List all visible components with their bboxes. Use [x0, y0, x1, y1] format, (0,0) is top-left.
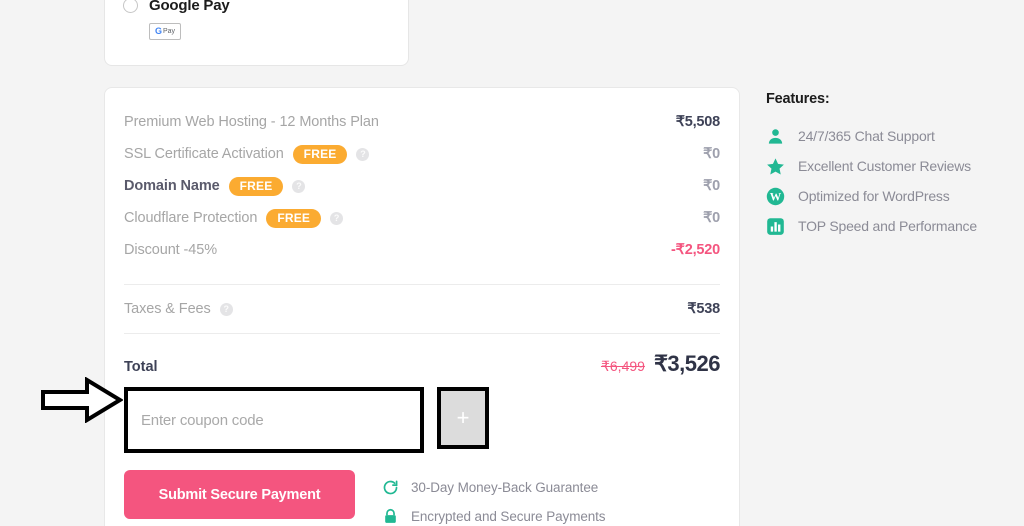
google-pay-logo: G Pay: [149, 23, 181, 40]
tooltip-icon[interactable]: ?: [356, 147, 370, 161]
line-item-label: Cloudflare Protection FREE ?: [124, 208, 344, 228]
list-item: Encrypted and Secure Payments: [382, 502, 606, 526]
taxes-label: Taxes & Fees ?: [124, 301, 233, 317]
svg-text:W: W: [770, 191, 782, 203]
table-row: Premium Web Hosting - 12 Months Plan ₹5,…: [124, 106, 720, 138]
lock-icon: [382, 508, 399, 525]
table-row: Domain Name FREE ? ₹0: [124, 170, 720, 202]
divider: [124, 333, 720, 334]
feature-label: Excellent Customer Reviews: [798, 158, 971, 174]
total-final-price: ₹3,526: [653, 351, 721, 376]
taxes-amount: ₹538: [687, 301, 720, 317]
google-pay-logo-text: Pay: [162, 28, 176, 35]
tooltip-icon[interactable]: ?: [330, 211, 344, 225]
plus-icon: +: [456, 405, 470, 430]
feature-label: Optimized for WordPress: [798, 188, 950, 204]
star-icon: [766, 157, 785, 176]
tooltip-icon[interactable]: ?: [219, 302, 233, 316]
bar-chart-icon: [766, 217, 785, 236]
total-label: Total: [124, 359, 158, 375]
coupon-input[interactable]: [141, 396, 420, 444]
trust-badge-label: 30-Day Money-Back Guarantee: [411, 480, 599, 495]
free-badge: FREE: [266, 208, 322, 228]
table-row: Discount -45% -₹2,520: [124, 234, 720, 266]
line-item-amount: ₹0: [703, 146, 720, 162]
line-item-label: Domain Name FREE ?: [124, 176, 306, 196]
checkout-page: Google Pay G Pay Premium Web Hosting - 1…: [0, 0, 1024, 526]
line-item-text: Domain Name: [124, 178, 220, 194]
line-item-amount: ₹0: [703, 210, 720, 226]
total-row: Total ₹6,499 ₹3,526: [124, 351, 721, 377]
submit-secure-payment-button[interactable]: Submit Secure Payment: [124, 470, 355, 519]
trust-badges-list: 30-Day Money-Back Guarantee Encrypted an…: [382, 470, 606, 526]
line-items-list: Premium Web Hosting - 12 Months Plan ₹5,…: [124, 106, 720, 266]
payment-method-card-google-pay[interactable]: Google Pay G Pay: [104, 0, 409, 66]
person-icon: [766, 127, 785, 146]
taxes-row: Taxes & Fees ? ₹538: [124, 293, 720, 325]
payment-method-header[interactable]: Google Pay: [123, 0, 390, 14]
list-item: 24/7/365 Chat Support: [766, 121, 1006, 151]
feature-label: 24/7/365 Chat Support: [798, 128, 935, 144]
coupon-input-highlight-box: [124, 387, 424, 453]
trust-badge-label: Encrypted and Secure Payments: [411, 509, 606, 524]
coupon-area: +: [124, 387, 720, 453]
coupon-apply-button[interactable]: +: [437, 387, 489, 449]
discount-amount: -₹2,520: [671, 242, 720, 258]
line-item-amount: ₹0: [703, 178, 720, 194]
tooltip-icon[interactable]: ?: [292, 179, 306, 193]
list-item: W Optimized for WordPress: [766, 181, 1006, 211]
right-arrow-annotation: [41, 376, 124, 428]
order-summary-panel: Premium Web Hosting - 12 Months Plan ₹5,…: [104, 87, 740, 526]
payment-method-label: Google Pay: [149, 0, 230, 14]
line-item-text: SSL Certificate Activation: [124, 146, 284, 162]
line-item-label: Premium Web Hosting - 12 Months Plan: [124, 114, 379, 130]
list-item: Excellent Customer Reviews: [766, 151, 1006, 181]
features-title: Features:: [766, 91, 830, 107]
refresh-icon: [382, 479, 399, 496]
free-badge: FREE: [228, 176, 284, 196]
google-pay-radio[interactable]: [123, 0, 138, 13]
table-row: Cloudflare Protection FREE ? ₹0: [124, 202, 720, 234]
features-sidebar: Features: 24/7/365 Chat Support Excellen…: [766, 91, 1006, 241]
google-g-icon: G: [154, 26, 162, 36]
free-badge: FREE: [292, 144, 348, 164]
total-original-price: ₹6,499: [600, 358, 645, 374]
table-row: SSL Certificate Activation FREE ? ₹0: [124, 138, 720, 170]
submit-and-trust-area: Submit Secure Payment 30-Day Money-Back …: [124, 470, 720, 526]
discount-label: Discount -45%: [124, 242, 217, 258]
list-item: 30-Day Money-Back Guarantee: [382, 473, 605, 502]
line-item-text: Cloudflare Protection: [124, 210, 258, 226]
line-item-label: SSL Certificate Activation FREE ?: [124, 144, 370, 164]
line-item-amount: ₹5,508: [675, 114, 721, 130]
feature-label: TOP Speed and Performance: [798, 218, 977, 234]
list-item: TOP Speed and Performance: [766, 211, 1006, 241]
wordpress-icon: W: [766, 187, 785, 206]
taxes-text: Taxes & Fees: [124, 301, 211, 317]
